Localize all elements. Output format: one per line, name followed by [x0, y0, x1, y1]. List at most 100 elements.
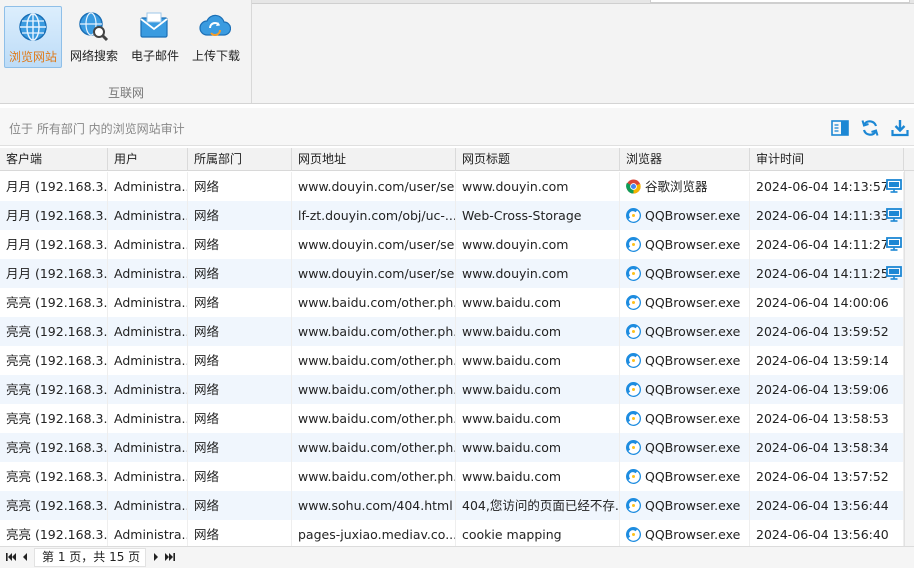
column-header-user[interactable]: 用户 [108, 148, 188, 171]
cell-title: www.baidu.com [456, 288, 620, 317]
monitor-icon[interactable] [886, 208, 902, 222]
ribbon: 浏览网站 网络搜索 电子邮件 上传下载 互联网 [0, 0, 914, 104]
download-icon[interactable] [890, 118, 910, 138]
cell-url: www.douyin.com/user/se... [292, 172, 456, 201]
cell-browser: 谷歌浏览器 [620, 172, 750, 201]
previous-page-icon[interactable] [19, 551, 31, 563]
cell-url: www.baidu.com/other.ph... [292, 346, 456, 375]
cloud-sync-icon [199, 14, 231, 36]
cell-client: 亮亮 (192.168.3... [0, 433, 108, 462]
location-text: 位于 所有部门 内的浏览网站审计 [9, 122, 185, 136]
cell-title: www.baidu.com [456, 433, 620, 462]
cell-title: www.baidu.com [456, 404, 620, 433]
column-header-client[interactable]: 客户端 [0, 148, 108, 171]
cell-title: www.baidu.com [456, 317, 620, 346]
refresh-icon[interactable] [860, 118, 880, 138]
column-header-time[interactable]: 审计时间 [750, 148, 904, 171]
panel-toggle-icon[interactable] [830, 118, 850, 138]
cell-title: www.douyin.com [456, 172, 620, 201]
cell-user: Administra... [108, 259, 188, 288]
cell-user: Administra... [108, 433, 188, 462]
cell-browser: QQBrowser.exe [620, 520, 750, 546]
cell-url: pages-juxiao.mediav.co... [292, 520, 456, 546]
table-row[interactable]: 亮亮 (192.168.3... Administra... 网络 www.baidu… [0, 462, 904, 491]
cell-time: 2024-06-04 13:59:52 [750, 317, 904, 346]
ribbon-tab[interactable] [650, 0, 910, 3]
table-row[interactable]: 亮亮 (192.168.3... Administra... 网络 www.baidu… [0, 433, 904, 462]
column-header-department[interactable]: 所属部门 [188, 148, 292, 171]
monitor-icon[interactable] [886, 237, 902, 251]
column-header-url[interactable]: 网页地址 [292, 148, 456, 171]
web-search-button[interactable]: 网络搜索 [65, 6, 123, 68]
cell-department: 网络 [188, 375, 292, 404]
cell-browser: QQBrowser.exe [620, 317, 750, 346]
table-row[interactable]: 月月 (192.168.3... Administra... 网络 www.douyi… [0, 172, 904, 201]
cell-department: 网络 [188, 520, 292, 546]
globe-icon [19, 13, 47, 41]
cell-client: 月月 (192.168.3... [0, 230, 108, 259]
next-page-icon[interactable] [150, 551, 162, 563]
cell-url: www.sohu.com/404.html [292, 491, 456, 520]
browser-name: QQBrowser.exe [645, 295, 741, 310]
cell-browser: QQBrowser.exe [620, 375, 750, 404]
qqbrowser-icon [626, 498, 641, 513]
cell-url: lf-zt.douyin.com/obj/uc-... [292, 201, 456, 230]
table-row[interactable]: 亮亮 (192.168.3... Administra... 网络 www.sohu.… [0, 491, 904, 520]
cell-url: www.baidu.com/other.ph... [292, 375, 456, 404]
cell-url: www.baidu.com/other.ph... [292, 433, 456, 462]
location-bar: 位于 所有部门 内的浏览网站审计 [0, 108, 914, 146]
qqbrowser-icon [626, 527, 641, 542]
first-page-icon[interactable] [5, 551, 17, 563]
browser-name: QQBrowser.exe [645, 411, 741, 426]
page-indicator: 第 1 页，共 15 页 [34, 548, 146, 567]
email-button[interactable]: 电子邮件 [126, 6, 184, 68]
table-row[interactable]: 月月 (192.168.3... Administra... 网络 www.douyi… [0, 230, 904, 259]
cell-user: Administra... [108, 288, 188, 317]
browser-name: QQBrowser.exe [645, 353, 741, 368]
cell-browser: QQBrowser.exe [620, 491, 750, 520]
upload-download-button[interactable]: 上传下载 [187, 6, 245, 68]
monitor-icon[interactable] [886, 266, 902, 280]
cell-client: 亮亮 (192.168.3... [0, 491, 108, 520]
table-row[interactable]: 月月 (192.168.3... Administra... 网络 lf-zt.dou… [0, 201, 904, 230]
cell-time: 2024-06-04 13:57:52 [750, 462, 904, 491]
cell-time: 2024-06-04 13:58:53 [750, 404, 904, 433]
table-row[interactable]: 亮亮 (192.168.3... Administra... 网络 www.baidu… [0, 317, 904, 346]
table-row[interactable]: 亮亮 (192.168.3... Administra... 网络 pages-jux… [0, 520, 904, 546]
browser-name: QQBrowser.exe [645, 324, 741, 339]
cell-department: 网络 [188, 433, 292, 462]
cell-url: www.douyin.com/user/se... [292, 259, 456, 288]
cell-time: 2024-06-04 13:59:14 [750, 346, 904, 375]
last-page-icon[interactable] [164, 551, 176, 563]
column-header-title[interactable]: 网页标题 [456, 148, 620, 171]
browse-websites-button[interactable]: 浏览网站 [4, 6, 62, 68]
cell-title: www.baidu.com [456, 346, 620, 375]
table-header: 客户端 用户 所属部门 网页地址 网页标题 浏览器 审计时间 [0, 148, 914, 171]
table-row[interactable]: 亮亮 (192.168.3... Administra... 网络 www.baidu… [0, 346, 904, 375]
upload-download-label: 上传下载 [191, 49, 240, 63]
cell-time: 2024-06-04 13:58:34 [750, 433, 904, 462]
browser-name: QQBrowser.exe [645, 440, 741, 455]
cell-client: 月月 (192.168.3... [0, 172, 108, 201]
browser-name: QQBrowser.exe [645, 469, 741, 484]
monitor-icon[interactable] [886, 179, 902, 193]
table-row[interactable]: 月月 (192.168.3... Administra... 网络 www.douyi… [0, 259, 904, 288]
cell-browser: QQBrowser.exe [620, 404, 750, 433]
browser-name: QQBrowser.exe [645, 266, 741, 281]
cell-department: 网络 [188, 491, 292, 520]
table-row[interactable]: 亮亮 (192.168.3... Administra... 网络 www.baidu… [0, 375, 904, 404]
cell-browser: QQBrowser.exe [620, 259, 750, 288]
table-row[interactable]: 亮亮 (192.168.3... Administra... 网络 www.baidu… [0, 288, 904, 317]
web-search-label: 网络搜索 [69, 49, 118, 63]
vertical-scrollbar[interactable] [904, 171, 914, 546]
table-row[interactable]: 亮亮 (192.168.3... Administra... 网络 www.baidu… [0, 404, 904, 433]
cell-department: 网络 [188, 317, 292, 346]
cell-department: 网络 [188, 288, 292, 317]
column-header-browser[interactable]: 浏览器 [620, 148, 750, 171]
cell-user: Administra... [108, 491, 188, 520]
envelope-icon [140, 12, 168, 38]
cell-department: 网络 [188, 172, 292, 201]
cell-user: Administra... [108, 346, 188, 375]
cell-time: 2024-06-04 14:11:27 [750, 230, 904, 259]
cell-user: Administra... [108, 172, 188, 201]
